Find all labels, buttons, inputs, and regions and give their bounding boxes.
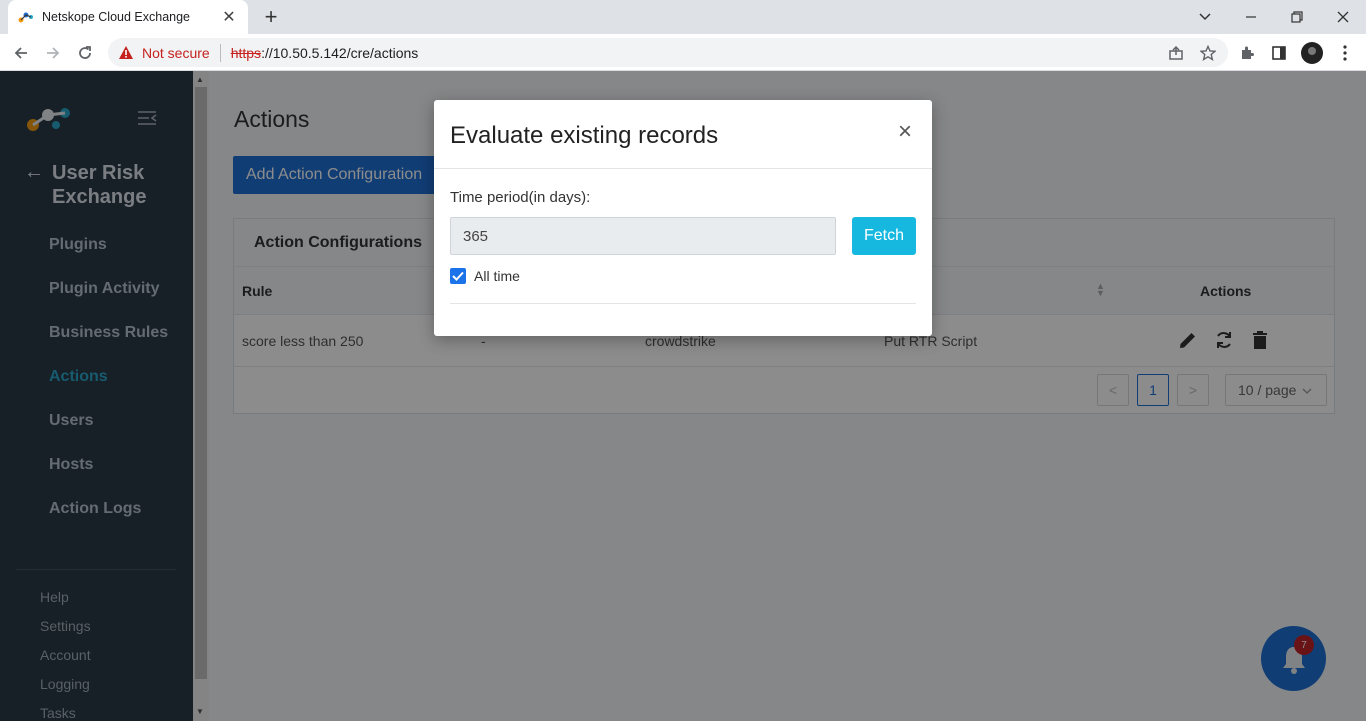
minimize-icon[interactable] <box>1228 0 1274 34</box>
back-icon[interactable] <box>8 40 34 66</box>
url-bar[interactable]: Not secure https ://10.50.5.142/cre/acti… <box>108 38 1228 67</box>
url-separator <box>219 43 221 62</box>
restore-icon[interactable] <box>1274 0 1320 34</box>
new-tab-button[interactable]: + <box>258 4 284 30</box>
browser-tab[interactable]: Netskope Cloud Exchange ✕ <box>8 0 248 34</box>
modal-title: Evaluate existing records <box>450 122 719 149</box>
tab-search-icon[interactable] <box>1182 0 1228 34</box>
time-period-input[interactable] <box>450 217 836 255</box>
modal-divider <box>450 303 916 304</box>
side-panel-icon[interactable] <box>1268 42 1290 64</box>
browser-tab-bar: Netskope Cloud Exchange ✕ + <box>0 0 1366 34</box>
profile-avatar-icon[interactable] <box>1301 42 1323 64</box>
modal-header: Evaluate existing records × <box>434 100 932 169</box>
url-path: ://10.50.5.142/cre/actions <box>261 44 419 61</box>
tab-close-icon[interactable]: ✕ <box>220 7 238 27</box>
not-secure-label[interactable]: Not secure <box>142 45 210 61</box>
close-window-icon[interactable] <box>1320 0 1366 34</box>
reload-icon[interactable] <box>72 40 98 66</box>
close-icon[interactable]: × <box>898 118 912 146</box>
warning-icon[interactable] <box>118 45 134 60</box>
bookmark-star-icon[interactable] <box>1197 42 1219 64</box>
share-icon[interactable] <box>1165 42 1187 64</box>
all-time-checkbox[interactable] <box>450 268 466 284</box>
tab-title: Netskope Cloud Exchange <box>42 10 191 24</box>
fetch-button[interactable]: Fetch <box>852 217 916 255</box>
all-time-label[interactable]: All time <box>474 268 520 284</box>
extensions-icon[interactable] <box>1236 42 1258 64</box>
netskope-favicon-icon <box>18 9 34 25</box>
browser-menu-icon[interactable] <box>1334 42 1356 64</box>
evaluate-records-modal: Evaluate existing records × Time period(… <box>434 100 932 336</box>
address-bar: Not secure https ://10.50.5.142/cre/acti… <box>0 34 1366 71</box>
url-scheme: https <box>230 44 262 61</box>
forward-icon[interactable] <box>40 40 66 66</box>
time-period-label: Time period(in days): <box>450 189 591 206</box>
